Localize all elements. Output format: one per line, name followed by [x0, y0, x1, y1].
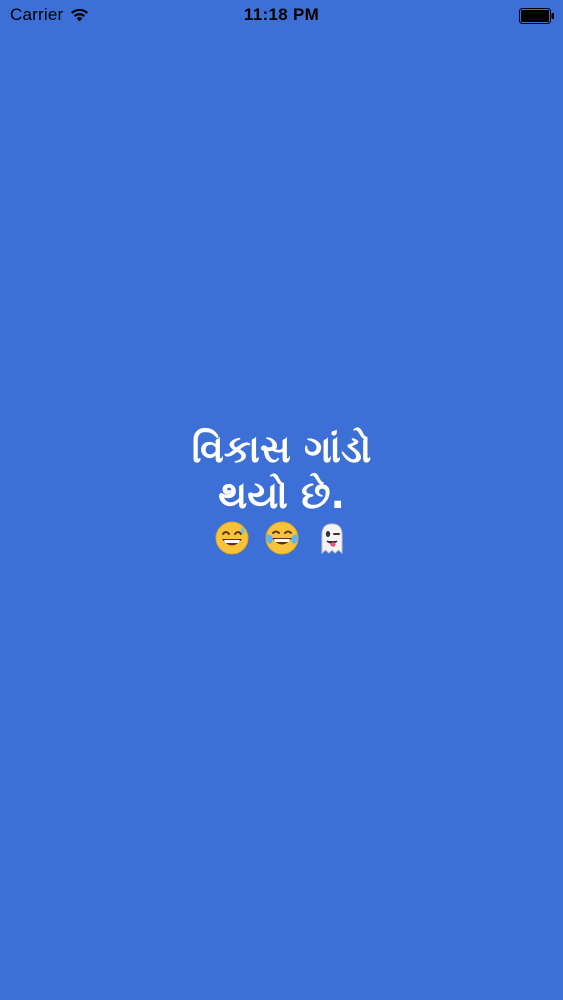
headline-line-1: વિકાસ ગાંડો: [191, 427, 372, 471]
face-with-tears-of-joy-icon: [265, 521, 298, 555]
status-time: 11:18 PM: [243, 5, 320, 24]
grinning-face-with-sweat-icon: [215, 521, 248, 555]
ghost-icon: [321, 523, 342, 555]
status-bar: Carrier 11:18 PM: [0, 0, 563, 32]
splash-message: વિકાસ ગાંડો થયો છે.: [0, 426, 563, 556]
emoji-row: [0, 520, 563, 556]
battery-icon: [519, 8, 554, 24]
headline-line-2: થયો છે.: [218, 473, 345, 517]
